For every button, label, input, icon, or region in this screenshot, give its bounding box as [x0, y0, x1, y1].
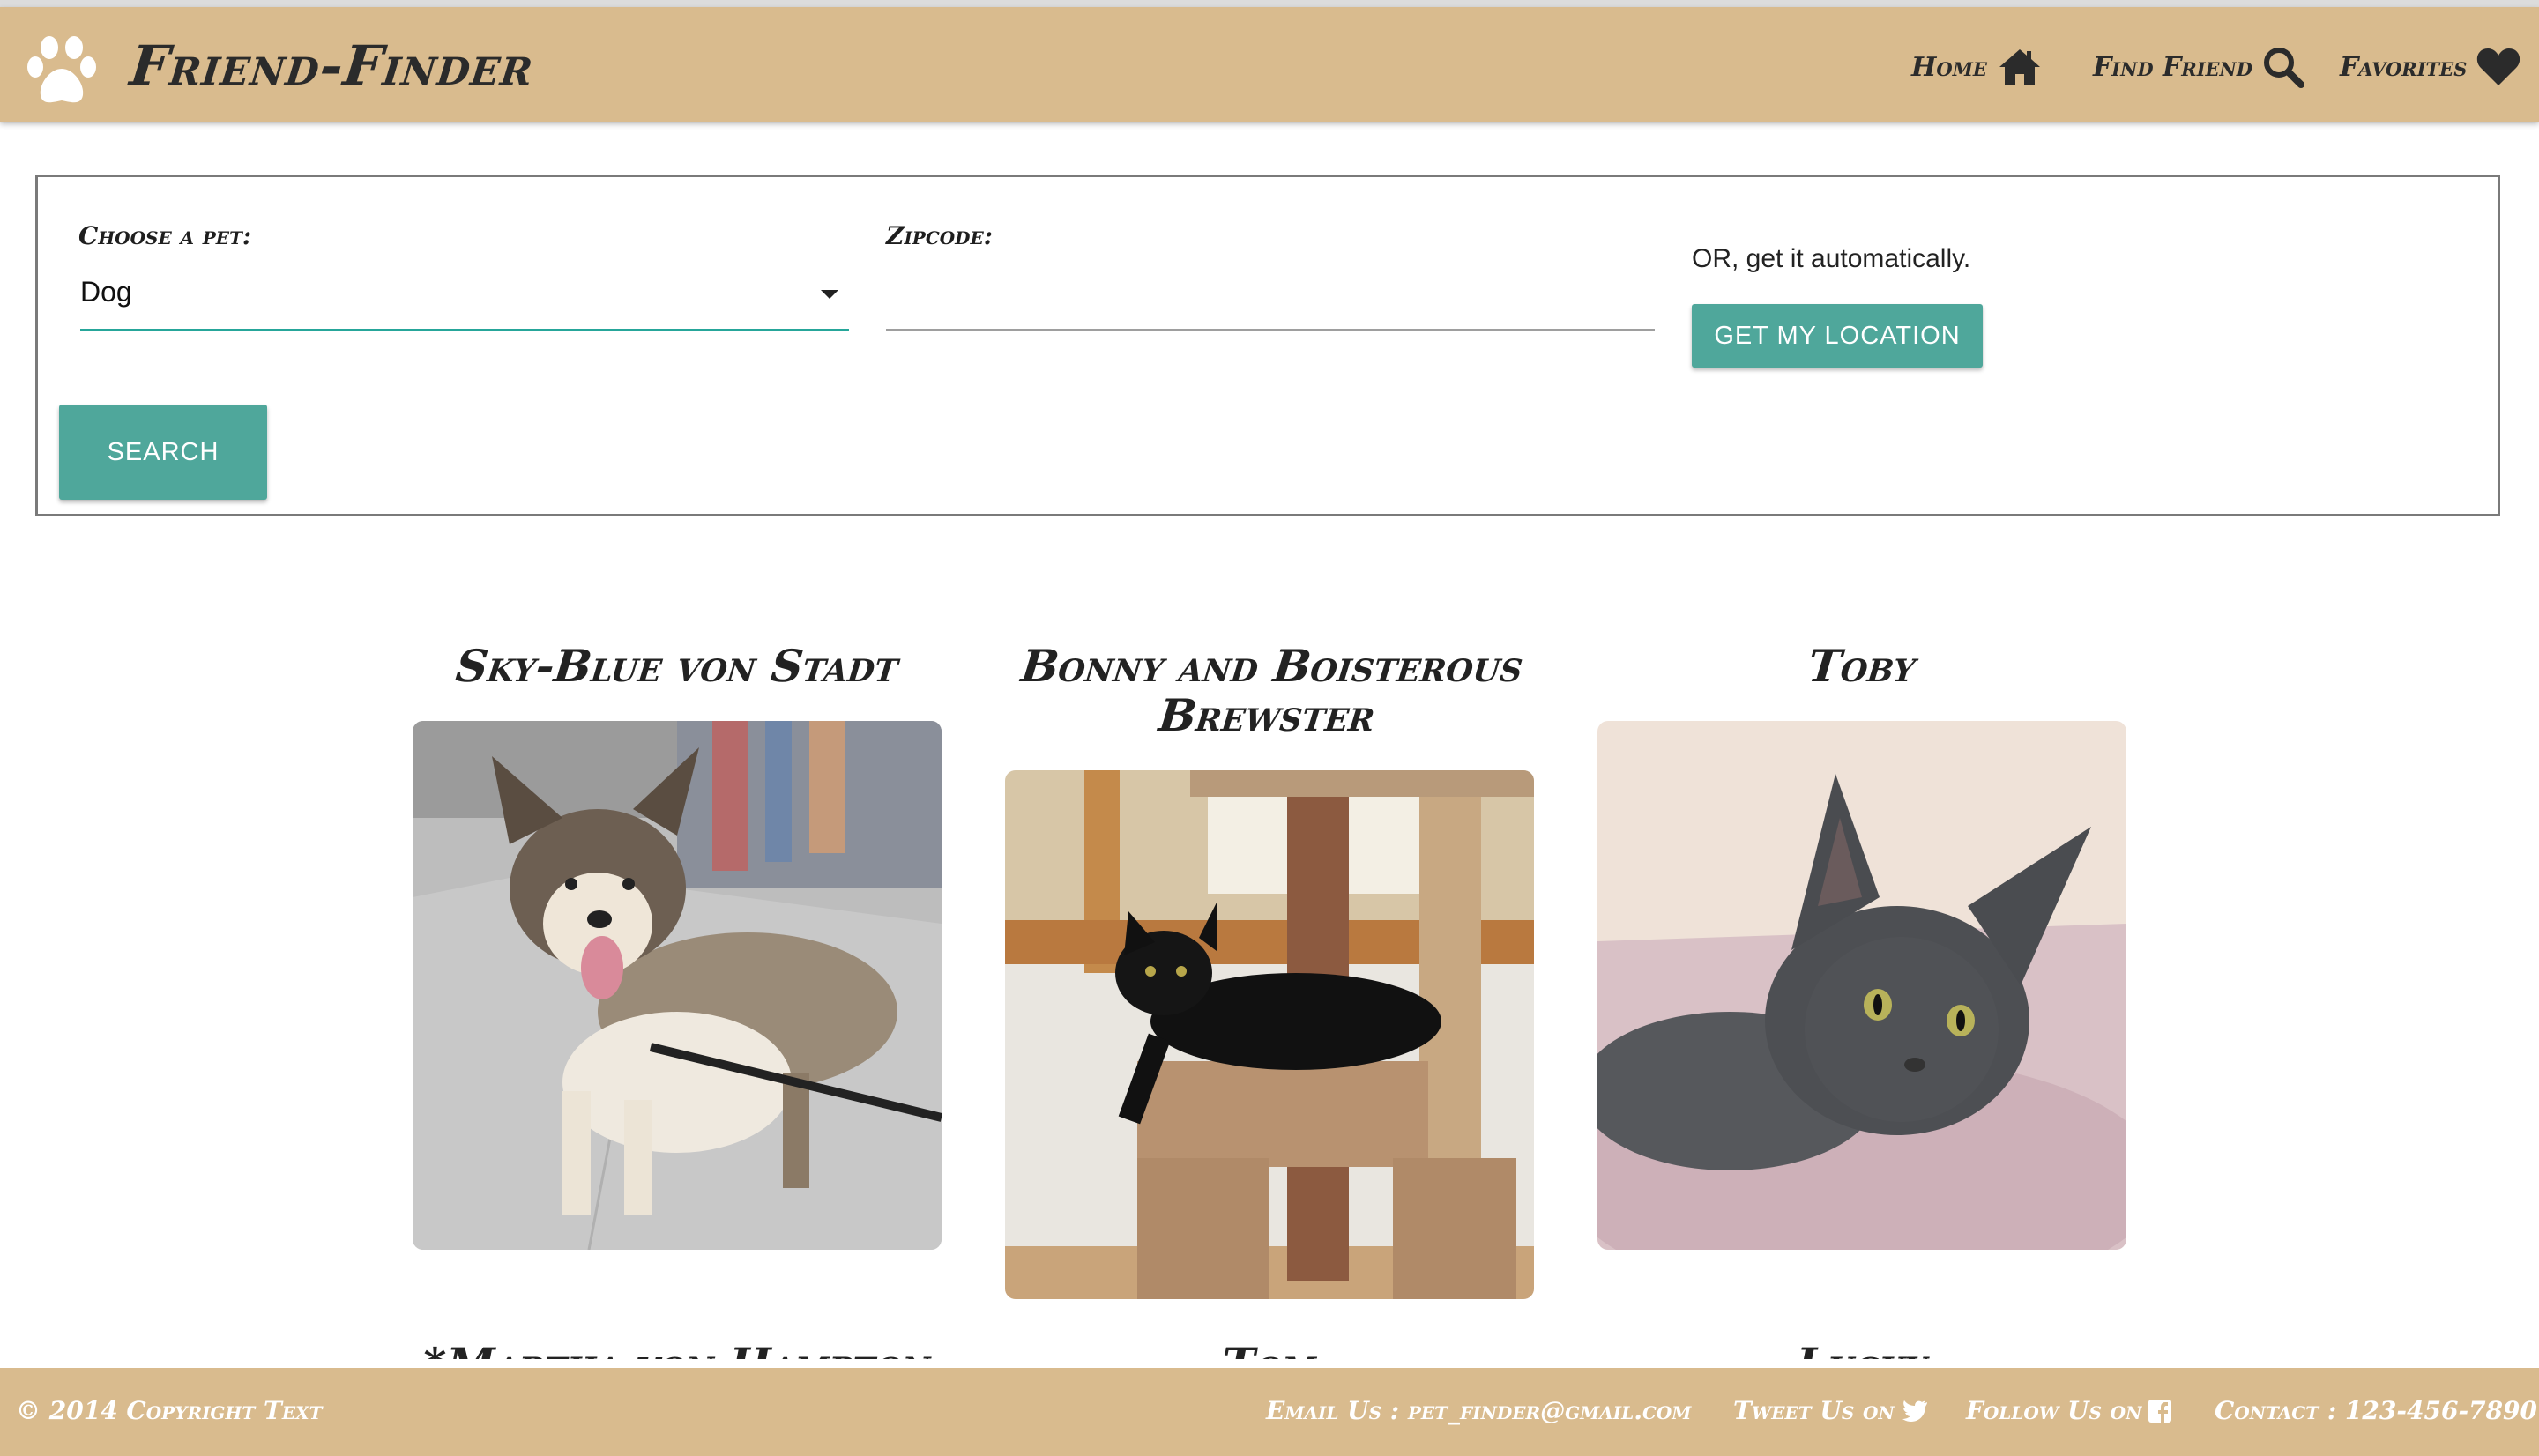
- pet-card[interactable]: Toby: [1597, 640, 2126, 692]
- footer-follow-link[interactable]: Follow Us on: [1966, 1396, 2172, 1425]
- nav-home[interactable]: Home: [1911, 41, 2044, 93]
- footer-follow-label: Follow Us on: [1966, 1396, 2142, 1425]
- chevron-down-icon: [821, 290, 838, 299]
- next-row-title: Lucky: [1597, 1338, 2126, 1359]
- zipcode-label: Zipcode:: [886, 221, 994, 250]
- nav-favorites-label: Favorites: [2340, 51, 2468, 83]
- black-cat-photo[interactable]: [1005, 770, 1534, 1299]
- next-row-title: *Martha von Hampton: [413, 1338, 942, 1359]
- window-top-strip: [0, 0, 2539, 7]
- heart-icon: [2477, 48, 2520, 85]
- navbar: Friend-Finder Home Find Friend Favorites: [0, 7, 2539, 122]
- dog-photo[interactable]: [413, 721, 942, 1250]
- pet-card[interactable]: Bonny and Boisterous Brewster: [1005, 640, 1534, 741]
- gray-cat-photo[interactable]: [1597, 721, 2126, 1250]
- pet-name: Bonny and Boisterous Brewster: [1018, 640, 1526, 741]
- paw-icon[interactable]: [23, 32, 101, 109]
- nav-home-label: Home: [1911, 51, 1987, 83]
- nav-find-friend[interactable]: Find Friend: [2093, 41, 2305, 93]
- twitter-icon: [1902, 1400, 1927, 1422]
- footer: © 2014 Copyright Text Email Us : pet_fin…: [0, 1368, 2539, 1456]
- facebook-icon: [2148, 1399, 2172, 1423]
- nav-favorites[interactable]: Favorites: [2340, 41, 2521, 93]
- footer-contact: Contact : 123-456-7890: [2215, 1396, 2537, 1425]
- brand-title[interactable]: Friend-Finder: [127, 33, 537, 98]
- search-form: Choose a pet: Dog Zipcode: OR, get it au…: [35, 175, 2500, 516]
- next-row-title: Tom: [1005, 1338, 1534, 1359]
- zipcode-input[interactable]: [886, 265, 1655, 331]
- footer-tweet-label: Tweet Us on: [1733, 1396, 1895, 1425]
- pet-select-label: Choose a pet:: [78, 221, 252, 250]
- pet-select[interactable]: Dog: [80, 265, 849, 331]
- search-icon: [2263, 48, 2304, 88]
- pet-name: Toby: [1806, 640, 1918, 692]
- get-location-button[interactable]: GET MY LOCATION: [1692, 304, 1983, 368]
- nav-find-label: Find Friend: [2093, 51, 2252, 83]
- footer-tweet-link[interactable]: Tweet Us on: [1733, 1396, 1928, 1425]
- pet-select-value: Dog: [80, 276, 132, 308]
- home-icon: [1999, 49, 2040, 85]
- auto-location-text: OR, get it automatically.: [1692, 244, 1971, 273]
- pet-card[interactable]: Sky-Blue von Stadt: [413, 640, 942, 692]
- footer-copyright: © 2014 Copyright Text: [16, 1396, 323, 1425]
- pet-name: Sky-Blue von Stadt: [453, 640, 901, 692]
- search-button[interactable]: SEARCH: [59, 405, 267, 500]
- footer-email-link[interactable]: Email Us : pet_finder@gmail.com: [1266, 1396, 1691, 1425]
